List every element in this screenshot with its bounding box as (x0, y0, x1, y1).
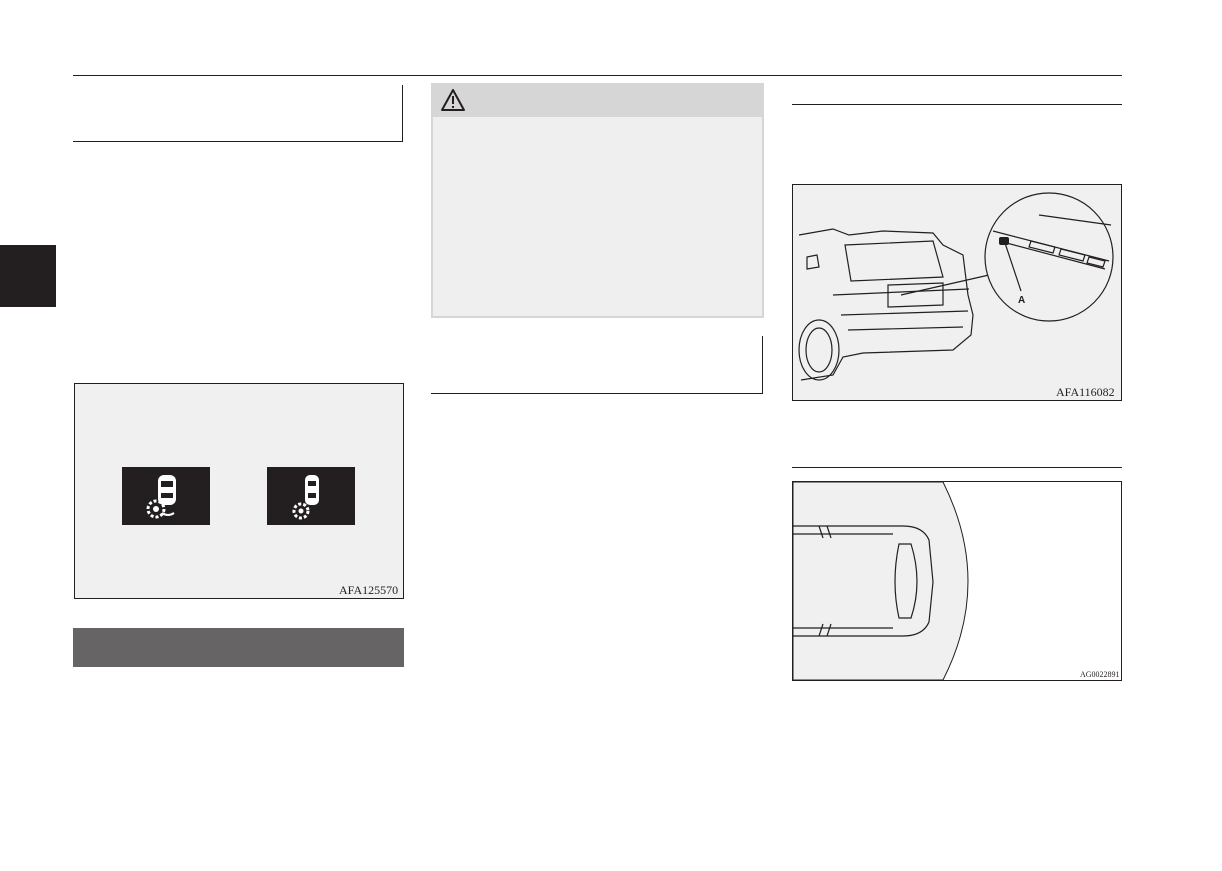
section-band (73, 628, 404, 667)
top-view-illustration (793, 482, 969, 680)
bracket-right-line (402, 85, 403, 142)
warning-body (431, 117, 764, 318)
rear-view-figure: A AFA116082 (792, 184, 1122, 401)
header-rule (73, 75, 1122, 76)
car-sensor-fault-icon (146, 475, 176, 519)
icon-panel-right (267, 467, 355, 525)
mid-bracket-bottom-line (431, 393, 763, 394)
icon-panel-left (122, 467, 210, 525)
warning-header (431, 83, 764, 117)
figure-code: AFA125570 (339, 583, 399, 597)
rear-figure-code: AFA116082 (1056, 385, 1115, 399)
top-view-figure: AG0022891 (792, 481, 1122, 681)
warning-triangle-icon (441, 89, 465, 111)
chapter-tab (0, 245, 56, 307)
callout-a: A (1018, 295, 1025, 306)
right-section-rule-2 (792, 467, 1122, 468)
top-figure-code: AG0022891 (1080, 670, 1120, 679)
display-icons-figure: AFA125570 (74, 383, 404, 599)
right-section-rule-1 (792, 104, 1122, 105)
rear-car-illustration: A (798, 192, 1114, 381)
mid-bracket-right-line (762, 336, 763, 393)
bracket-bottom-line (73, 141, 403, 142)
car-sensor-off-icon (292, 475, 319, 520)
